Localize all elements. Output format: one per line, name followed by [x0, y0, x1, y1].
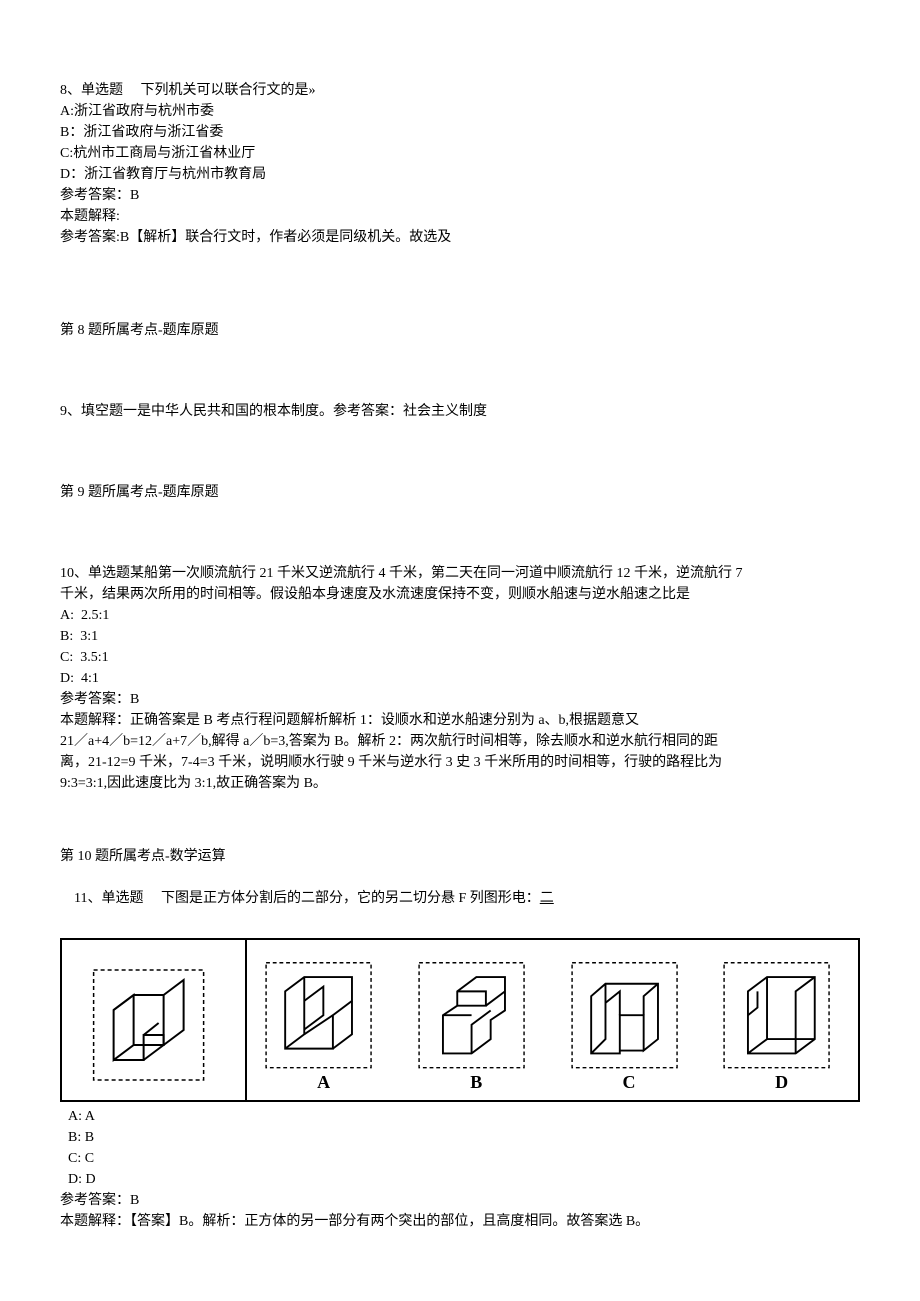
q11-option-a: A: A	[68, 1106, 860, 1127]
q11-label-a: A	[247, 1069, 400, 1096]
q11-label-b: B	[400, 1069, 553, 1096]
q11-options: A: A B: B C: C D: D	[60, 1106, 860, 1190]
q10-explain-2: 21／a+4／b=12／a+7／b,解得 a／b=3,答案为 B。解析 2：两次…	[60, 731, 860, 752]
q11-figure-c: C	[553, 940, 706, 1100]
q9-topic: 第 9 题所属考点-题库原题	[60, 482, 860, 503]
q8-option-b: B：浙江省政府与浙江省委	[60, 122, 860, 143]
q11-option-d: D: D	[68, 1169, 860, 1190]
q11-option-b: B: B	[68, 1127, 860, 1148]
q11-figure-b: B	[400, 940, 553, 1100]
q9-prompt: 9、填空题一是中华人民共和国的根本制度。参考答案：社会主义制度	[60, 401, 860, 422]
q11-prompt: 11、单选题 下图是正方体分割后的二部分，它的另二切分悬 F 列图形电：二	[60, 867, 860, 930]
q11-prompt-underline: 二	[540, 891, 554, 906]
q10-prompt-line2: 千米，结果两次所用的时间相等。假设船本身速度及水流速度保持不变，则顺水船速与逆水…	[60, 584, 860, 605]
q11-label-c: C	[553, 1069, 706, 1096]
q10-explain-4: 9:3=3:1,因此速度比为 3:1,故正确答案为 B。	[60, 773, 860, 794]
q11-answer: 参考答案：B	[60, 1190, 860, 1211]
q8-explain-label: 本题解释:	[60, 206, 860, 227]
spacer	[60, 422, 860, 482]
spacer	[60, 341, 860, 401]
question-10: 10、单选题某船第一次顺流航行 21 千米又逆流航行 4 千米，第二天在同一河道…	[60, 563, 860, 794]
spacer	[60, 806, 860, 846]
q10-explain-1: 本题解释：正确答案是 B 考点行程问题解析解析 1：设顺水和逆水船速分别为 a、…	[60, 710, 860, 731]
q10-option-a: A: 2.5:1	[60, 605, 860, 626]
spacer	[60, 260, 860, 320]
q11-figure-d: D	[705, 940, 858, 1100]
q8-option-c: C:杭州市工商局与浙江省林业厅	[60, 143, 860, 164]
q8-option-d: D：浙江省教育厅与杭州市教育局	[60, 164, 860, 185]
q10-answer: 参考答案：B	[60, 689, 860, 710]
q10-option-b: B: 3:1	[60, 626, 860, 647]
q10-topic: 第 10 题所属考点-数学运算	[60, 846, 860, 867]
spacer	[60, 503, 860, 563]
q8-prompt: 8、单选题 下列机关可以联合行文的是»	[60, 80, 860, 101]
q10-explain-3: 离，21-12=9 千米，7-4=3 千米，说明顺水行驶 9 千米与逆水行 3 …	[60, 752, 860, 773]
q11-label-d: D	[705, 1069, 858, 1096]
q11-figure-stem	[62, 940, 247, 1100]
question-8: 8、单选题 下列机关可以联合行文的是» A:浙江省政府与杭州市委 B：浙江省政府…	[60, 80, 860, 248]
q8-answer: 参考答案：B	[60, 185, 860, 206]
q11-explain: 本题解释：【答案】B。解析：正方体的另一部分有两个突出的部位，且高度相同。故答案…	[60, 1211, 860, 1232]
q10-option-c: C: 3.5:1	[60, 647, 860, 668]
q11-figure: A B	[60, 938, 860, 1102]
q11-option-c: C: C	[68, 1148, 860, 1169]
q10-option-d: D: 4:1	[60, 668, 860, 689]
q8-option-a: A:浙江省政府与杭州市委	[60, 101, 860, 122]
q8-topic: 第 8 题所属考点-题库原题	[60, 320, 860, 341]
q11-prompt-text: 11、单选题 下图是正方体分割后的二部分，它的另二切分悬 F 列图形电：	[74, 891, 540, 906]
cube-stem-icon	[62, 940, 245, 1100]
document-page: 8、单选题 下列机关可以联合行文的是» A:浙江省政府与杭州市委 B：浙江省政府…	[0, 0, 920, 1292]
q10-prompt-line1: 10、单选题某船第一次顺流航行 21 千米又逆流航行 4 千米，第二天在同一河道…	[60, 563, 860, 584]
q11-figure-a: A	[247, 940, 400, 1100]
q8-explain-text: 参考答案:B【解析】联合行文时，作者必须是同级机关。故选及	[60, 227, 860, 248]
